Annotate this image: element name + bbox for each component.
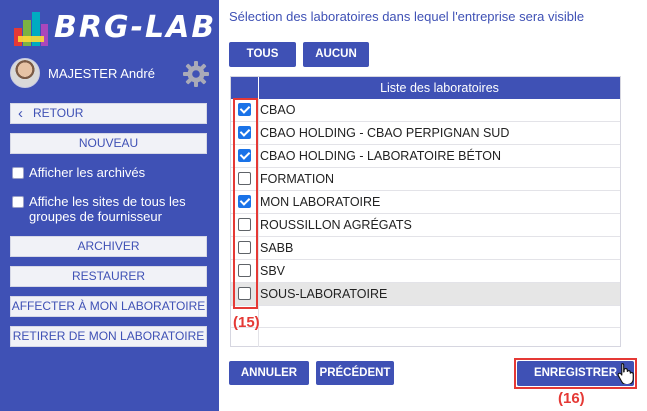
- show-all-sites-checkbox[interactable]: [12, 196, 24, 208]
- table-row[interactable]: CBAO HOLDING - CBAO PERPIGNAN SUD: [231, 122, 620, 145]
- table-row[interactable]: SOUS-LABORATOIRE: [231, 283, 620, 306]
- logo-text: BRG-LAB: [54, 10, 217, 45]
- logo-mark-icon: [14, 12, 48, 46]
- back-button-label: RETOUR: [33, 106, 84, 120]
- row-label: MON LABORATOIRE: [260, 195, 381, 209]
- cancel-button[interactable]: ANNULER: [229, 361, 309, 385]
- show-archived-label: Afficher les archivés: [29, 165, 146, 180]
- row-label: CBAO: [260, 103, 296, 117]
- show-all-sites-label: Affiche les sites de tous les groupes de…: [29, 194, 186, 224]
- gear-icon[interactable]: [182, 60, 210, 88]
- checkbox-column-highlight: [233, 98, 258, 309]
- show-archived-checkbox[interactable]: [12, 167, 24, 179]
- table-row[interactable]: CBAO HOLDING - LABORATOIRE BÉTON: [231, 145, 620, 168]
- user-name: MAJESTER André: [48, 66, 155, 81]
- callout-save: (16): [558, 390, 585, 407]
- table-row[interactable]: SABB: [231, 237, 620, 260]
- show-archived-option[interactable]: Afficher les archivés: [12, 165, 212, 181]
- select-none-button[interactable]: AUCUN: [303, 42, 369, 67]
- row-label: SBV: [260, 264, 286, 278]
- restore-button[interactable]: RESTAURER: [10, 266, 207, 287]
- archive-button[interactable]: ARCHIVER: [10, 236, 207, 257]
- app-logo: BRG-LAB: [8, 6, 218, 50]
- sidebar: BRG-LAB MAJESTER André ‹ RETOUR NOUVEAU: [0, 0, 219, 411]
- table-row[interactable]: MON LABORATOIRE: [231, 191, 620, 214]
- empty-row: [231, 306, 620, 326]
- empty-row: [231, 327, 620, 347]
- chevron-left-icon: ‹: [18, 105, 23, 122]
- table-header-label: Liste des laboratoires: [380, 81, 499, 95]
- row-label: SABB: [260, 241, 294, 255]
- row-label: CBAO HOLDING - LABORATOIRE BÉTON: [260, 149, 502, 163]
- select-all-button[interactable]: TOUS: [229, 42, 296, 67]
- row-label: CBAO HOLDING - CBAO PERPIGNAN SUD: [260, 126, 510, 140]
- row-label: ROUSSILLON AGRÉGATS: [260, 218, 412, 232]
- labs-table: Liste des laboratoires CBAO CBAO HOLDING …: [230, 76, 621, 347]
- avatar[interactable]: [10, 58, 40, 88]
- hand-pointer-icon: [617, 362, 634, 384]
- assign-to-lab-button[interactable]: AFFECTER À MON LABORATOIRE: [10, 296, 207, 317]
- table-row[interactable]: FORMATION: [231, 168, 620, 191]
- page-heading: Sélection des laboratoires dans lequel l…: [229, 9, 585, 24]
- back-button[interactable]: ‹ RETOUR: [10, 103, 207, 124]
- table-row[interactable]: CBAO: [231, 99, 620, 122]
- table-header: Liste des laboratoires: [231, 77, 620, 99]
- table-row[interactable]: ROUSSILLON AGRÉGATS: [231, 214, 620, 237]
- callout-checkboxes: (15): [233, 314, 260, 331]
- row-label: SOUS-LABORATOIRE: [260, 287, 388, 301]
- table-row[interactable]: SBV: [231, 260, 620, 283]
- show-all-sites-option[interactable]: Affiche les sites de tous les groupes de…: [12, 194, 212, 226]
- remove-from-lab-button[interactable]: RETIRER DE MON LABORATOIRE: [10, 326, 207, 347]
- user-row: MAJESTER André: [10, 58, 210, 90]
- previous-button[interactable]: PRÉCÉDENT: [316, 361, 394, 385]
- row-label: FORMATION: [260, 172, 335, 186]
- new-button[interactable]: NOUVEAU: [10, 133, 207, 154]
